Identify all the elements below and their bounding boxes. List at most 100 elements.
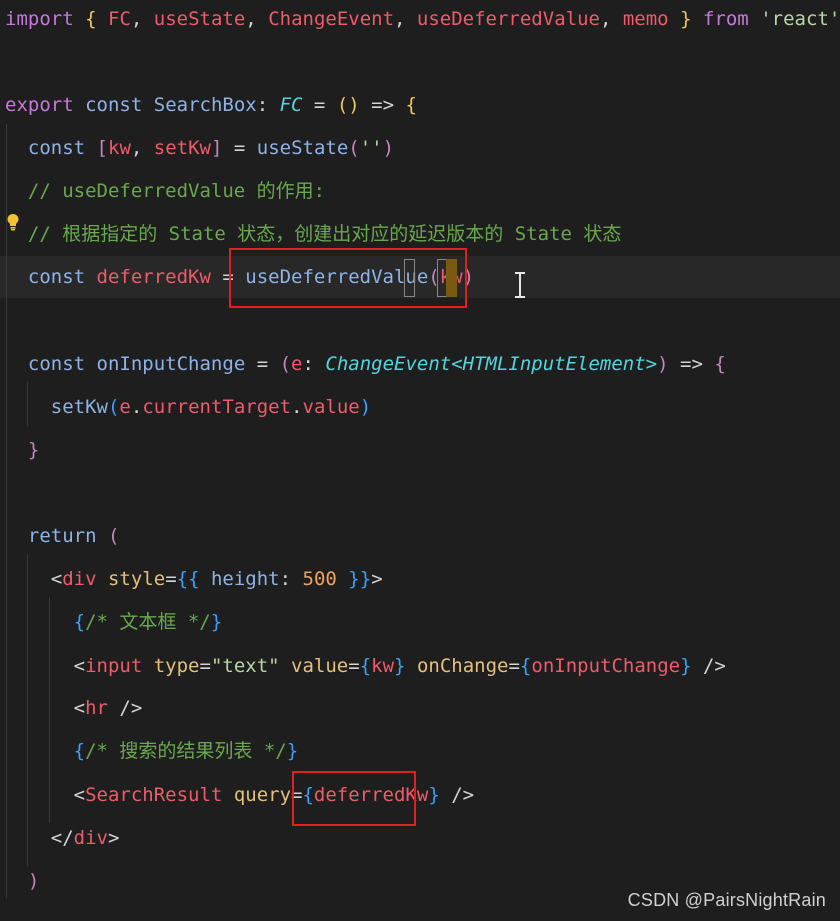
code-token: , (130, 137, 154, 159)
code-token: const (27, 266, 86, 288)
code-token: = (222, 137, 257, 159)
code-token: const (27, 353, 86, 375)
code-token: ChangeEvent (268, 8, 395, 30)
code-token: () (336, 94, 360, 116)
code-token: = (302, 94, 337, 116)
watermark: CSDN @PairsNightRain (627, 890, 826, 910)
code-token: input (85, 655, 143, 677)
code-token: : (279, 568, 303, 590)
code-token: SearchBox (153, 94, 257, 116)
code-token: }} (348, 568, 372, 590)
code-token: 'react' (760, 8, 840, 30)
code-token: < (5, 697, 86, 719)
code-token: ) (657, 353, 669, 375)
code-token: setKw (153, 137, 211, 159)
code-token: } (680, 655, 692, 677)
code-token: value (291, 655, 349, 677)
code-line[interactable]: <input type="text" value={kw} onChange={… (5, 652, 726, 680)
code-token: memo (622, 8, 669, 30)
code-token: useDeferredValue (416, 8, 600, 30)
code-token: useState (153, 8, 246, 30)
code-token: => (359, 94, 406, 116)
code-token: , (599, 8, 623, 30)
code-token: return (27, 525, 97, 547)
code-line[interactable]: const [kw, setKw] = useState('') (5, 134, 394, 162)
code-token: hr (85, 697, 108, 719)
code-token: : (302, 353, 326, 375)
code-token: = (348, 655, 360, 677)
code-token: currentTarget (142, 396, 292, 418)
code-token: , (394, 8, 417, 30)
code-token: = (508, 655, 520, 677)
code-token: /* 文本框 */ (85, 611, 211, 633)
code-token: = (245, 353, 280, 375)
code-token: . (130, 396, 143, 418)
code-line[interactable]: // 根据指定的 State 状态，创建出对应的延迟版本的 State 状态 (5, 220, 621, 248)
code-token: ChangeEvent<HTMLInputElement> (325, 353, 658, 375)
code-line[interactable]: {/* 搜索的结果列表 */} (5, 737, 299, 765)
code-token: const (85, 94, 143, 116)
lightbulb-icon[interactable] (6, 213, 20, 231)
code-line[interactable]: <div style={{ height: 500 }}> (5, 565, 383, 593)
code-token: /* 搜索的结果列表 */ (85, 740, 287, 762)
code-token: useState (256, 137, 349, 159)
code-token: onInputChange (96, 353, 246, 375)
code-token: // 根据指定的 State 状态，创建出对应的延迟版本的 State 状态 (5, 223, 622, 245)
code-line[interactable]: {/* 文本框 */} (5, 608, 223, 636)
code-token: ) (382, 137, 395, 159)
code-token: export (5, 94, 74, 116)
code-line[interactable]: const onInputChange = (e: ChangeEvent<HT… (5, 350, 726, 378)
code-token: { (73, 611, 86, 633)
code-token: { (519, 655, 532, 677)
code-token: value (302, 396, 360, 418)
code-token: } (210, 611, 223, 633)
code-token: , (245, 8, 269, 30)
code-token: } (394, 655, 406, 677)
code-token: style (107, 568, 166, 590)
code-line[interactable]: </div> (5, 824, 120, 852)
code-token: "text" (210, 655, 280, 677)
code-line[interactable]: ) (5, 867, 39, 895)
code-token: { (73, 740, 86, 762)
code-token: 500 (302, 568, 337, 590)
code-token: const (27, 137, 86, 159)
code-token: kw (371, 655, 395, 677)
code-line[interactable]: return ( (5, 522, 120, 550)
code-line[interactable]: <hr /> (5, 694, 143, 722)
code-token: onInputChange (531, 655, 681, 677)
code-line[interactable]: export const SearchBox: FC = () => { (5, 91, 417, 119)
code-token: : (256, 94, 280, 116)
code-token: FC (108, 8, 131, 30)
code-token: . (291, 396, 303, 418)
code-token: { (714, 353, 726, 375)
code-token: e (291, 353, 303, 375)
code-token: // useDeferredValue 的作用: (5, 180, 326, 202)
code-token: /> (107, 697, 143, 719)
code-line[interactable]: } (5, 436, 39, 464)
code-line[interactable]: // useDeferredValue 的作用: (5, 177, 325, 205)
code-line[interactable]: import { FC, useState, ChangeEvent, useD… (5, 5, 840, 33)
code-token: ) (359, 396, 372, 418)
code-editor[interactable]: import { FC, useState, ChangeEvent, useD… (0, 0, 840, 921)
code-line[interactable]: setKw(e.currentTarget.value) (5, 393, 371, 421)
code-token: /> (691, 655, 726, 677)
code-token: import (5, 8, 74, 30)
code-token: > (107, 827, 120, 849)
